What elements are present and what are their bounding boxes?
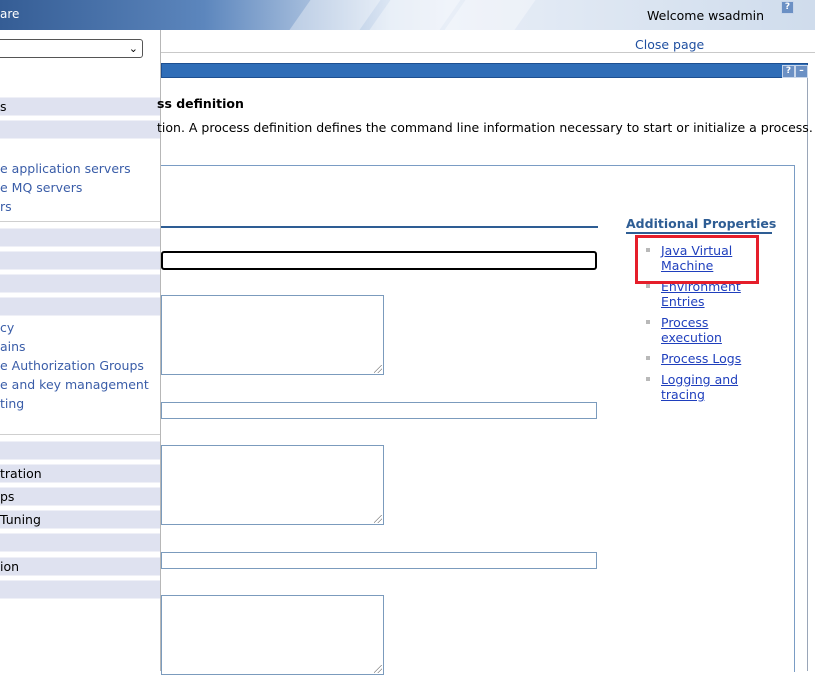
process-execution-link[interactable]: Process execution	[661, 315, 771, 345]
nav-link[interactable]: cy	[0, 320, 14, 335]
additional-properties-title: Additional Properties	[626, 216, 777, 231]
view-select[interactable]: ⌄	[0, 39, 143, 58]
executable-arguments-field[interactable]	[161, 295, 384, 375]
nav-category-band[interactable]: ion	[0, 557, 160, 576]
start-command-args-field[interactable]	[161, 445, 384, 525]
resize-grip-icon[interactable]	[374, 365, 382, 373]
bullet-icon	[646, 284, 650, 288]
nav-link[interactable]: ting	[0, 396, 24, 411]
stop-command-args-field[interactable]	[161, 595, 384, 675]
nav-separator	[0, 221, 160, 222]
page-description: tion. A process definition defines the c…	[157, 120, 813, 135]
general-properties-rule	[161, 226, 598, 228]
nav-category-band[interactable]: ps	[0, 487, 160, 506]
nav-link[interactable]: e MQ servers	[0, 180, 82, 195]
nav-separator	[0, 434, 160, 435]
panel-title-bar: ?	[161, 1, 808, 78]
resize-grip-icon[interactable]	[374, 515, 382, 523]
nav-category-band[interactable]	[0, 580, 160, 599]
nav-category-band[interactable]: Tuning	[0, 510, 160, 529]
nav-link[interactable]: e Authorization Groups	[0, 358, 144, 373]
nav-link[interactable]: e application servers	[0, 161, 131, 176]
nav-category-band[interactable]: tration	[0, 464, 160, 483]
nav-category-band[interactable]	[0, 228, 160, 247]
help-button[interactable]: ?	[781, 1, 794, 14]
nav-category-band[interactable]	[0, 533, 160, 552]
stop-command-field[interactable]	[161, 552, 597, 569]
nav-category-band[interactable]	[0, 120, 160, 139]
close-page-link[interactable]: Close page	[635, 37, 704, 52]
bullet-icon	[646, 320, 650, 324]
sub-toolbar	[161, 30, 815, 53]
nav-category-band[interactable]	[0, 274, 160, 293]
resize-grip-icon[interactable]	[374, 665, 382, 673]
page-title: ss definition	[157, 96, 244, 111]
start-command-field[interactable]	[161, 402, 597, 419]
additional-properties-rule	[626, 232, 772, 234]
nav-category-band[interactable]	[0, 297, 160, 316]
help-icon[interactable]: ?	[782, 65, 795, 78]
nav-category-band[interactable]: s	[0, 97, 160, 116]
nav-category-band[interactable]	[0, 441, 160, 460]
highlight-annotation	[635, 235, 759, 284]
bullet-icon	[646, 356, 650, 360]
nav-link[interactable]: ains	[0, 339, 26, 354]
bullet-icon	[646, 377, 650, 381]
welcome-text: Welcome wsadmin	[647, 8, 765, 23]
executable-name-field[interactable]	[161, 251, 597, 270]
nav-category-band[interactable]	[0, 251, 160, 270]
product-title: are	[0, 7, 20, 21]
nav-link[interactable]: e and key management	[0, 377, 149, 392]
logging-and-tracing-link[interactable]: Logging and tracing	[661, 372, 771, 402]
nav-link[interactable]: rs	[0, 199, 12, 214]
chevron-down-icon: ⌄	[128, 42, 138, 55]
minimize-icon[interactable]: –	[795, 65, 808, 78]
process-logs-link[interactable]: Process Logs	[661, 351, 771, 366]
